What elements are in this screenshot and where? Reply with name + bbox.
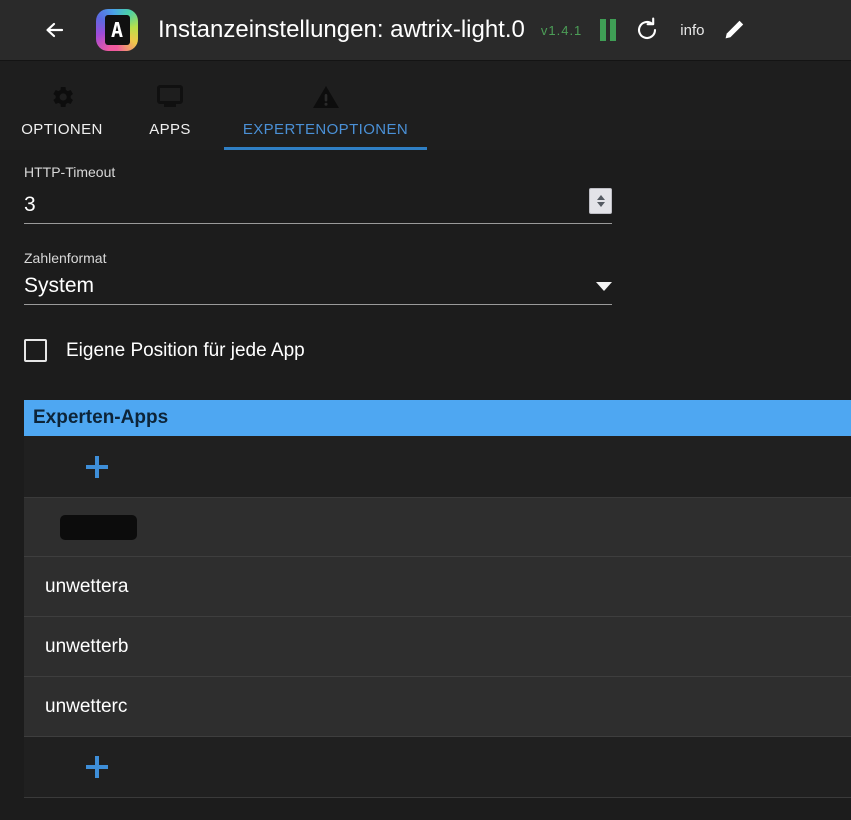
table-row[interactable]: unwettera [24, 557, 851, 617]
tab-expertenoptionen[interactable]: EXPERTENOPTIONEN [224, 61, 427, 150]
back-arrow-icon[interactable] [40, 13, 74, 47]
add-expert-app-top[interactable] [24, 436, 851, 497]
number-spinner-icon[interactable] [589, 188, 612, 214]
info-button[interactable]: info [680, 22, 704, 39]
refresh-icon[interactable] [634, 17, 660, 43]
list-item-label: unwetterb [45, 636, 128, 658]
add-expert-app-bottom[interactable] [24, 737, 851, 798]
list-item-label: unwetterc [45, 696, 127, 718]
tab-apps[interactable]: APPS [116, 61, 224, 150]
pause-icon[interactable] [600, 19, 616, 41]
chevron-down-icon[interactable] [596, 282, 612, 291]
tab-optionen[interactable]: OPTIONEN [8, 61, 116, 150]
own-position-checkbox-row[interactable]: Eigene Position für jede App [24, 339, 851, 362]
titlebar: A Instanzeinstellungen: awtrix-light.0 v… [0, 0, 851, 61]
warning-triangle-icon [311, 79, 341, 115]
list-item-label: unwettera [45, 576, 128, 598]
table-row[interactable]: unwetterb [24, 617, 851, 677]
plus-icon[interactable] [86, 456, 108, 478]
expert-apps-rows: unwettera unwetterb unwetterc [24, 497, 851, 737]
app-logo-glyph: A [105, 15, 130, 45]
gear-icon [48, 79, 76, 115]
settings-content: HTTP-Timeout 3 Zahlenformat System Eigen… [0, 164, 851, 798]
expert-apps-table: Experten-Apps unwettera unwetterb unwett… [24, 400, 851, 798]
page-title: Instanzeinstellungen: awtrix-light.0 [158, 16, 525, 44]
http-timeout-input[interactable]: 3 [24, 193, 36, 216]
http-timeout-label: HTTP-Timeout [24, 164, 612, 180]
table-row[interactable] [24, 497, 851, 557]
number-format-select[interactable]: System [24, 274, 94, 297]
number-format-field: Zahlenformat System [24, 250, 612, 305]
tab-bar: OPTIONEN APPS EXPERTENOPTIONEN [0, 61, 851, 150]
tab-apps-label: APPS [149, 121, 191, 138]
plus-icon[interactable] [86, 756, 108, 778]
table-row[interactable]: unwetterc [24, 677, 851, 737]
redacted-value [60, 515, 137, 540]
number-format-label: Zahlenformat [24, 250, 612, 266]
monitor-icon [155, 79, 185, 115]
expert-apps-title: Experten-Apps [24, 400, 851, 436]
version-badge: v1.4.1 [541, 23, 582, 38]
tab-optionen-label: OPTIONEN [21, 121, 103, 138]
own-position-checkbox[interactable] [24, 339, 47, 362]
app-logo: A [96, 9, 138, 51]
own-position-label: Eigene Position für jede App [66, 340, 305, 362]
tab-expertenoptionen-label: EXPERTENOPTIONEN [243, 121, 408, 138]
http-timeout-field: HTTP-Timeout 3 [24, 164, 612, 224]
pencil-icon[interactable] [722, 18, 746, 42]
